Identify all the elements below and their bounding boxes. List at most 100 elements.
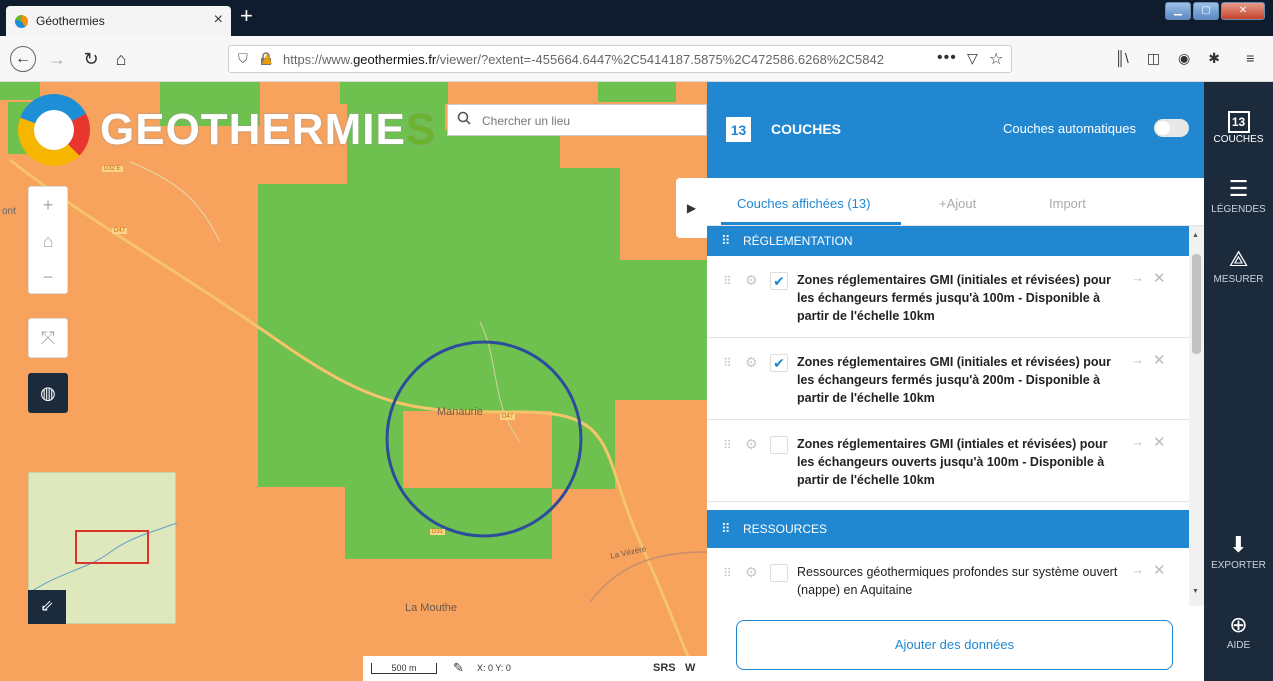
layers-scrollbar[interactable]: ▲ ▼	[1189, 226, 1204, 606]
page-actions-icon[interactable]: •••	[937, 49, 957, 67]
layer-item: ⠿ ⚙ ✔ Zones réglementaires GMI (initiale…	[707, 338, 1189, 420]
toolbar-aide-label: AIDE	[1226, 640, 1251, 651]
window-close-button[interactable]: ✕	[1221, 2, 1265, 20]
place-search-input[interactable]: Chercher un lieu	[447, 104, 707, 136]
toolbar-couches-badge: 13	[1227, 111, 1250, 133]
logo-mark-icon	[18, 94, 90, 166]
layer-visibility-checkbox[interactable]: ✔	[770, 272, 788, 290]
layer-info-arrow-icon[interactable]: →	[1131, 352, 1144, 367]
geothermies-logo[interactable]: GEOTHERMIES	[18, 88, 436, 172]
tab-couches-affichees[interactable]: Couches affichées (13)	[737, 196, 870, 211]
drag-handle-icon[interactable]: ⠿	[723, 274, 732, 288]
basemap-globe-icon[interactable]: ◍	[28, 373, 68, 413]
layers-count-badge: 13	[726, 117, 751, 142]
pencil-icon[interactable]: ✎	[453, 660, 464, 676]
scroll-thumb[interactable]	[1192, 254, 1201, 354]
tab-close-icon[interactable]: ×	[214, 11, 223, 29]
layer-info-arrow-icon[interactable]: →	[1131, 434, 1144, 449]
drag-handle-icon[interactable]: ⠿	[723, 566, 732, 580]
address-bar[interactable]: ⛉ https://www.geothermies.fr/viewer/?ext…	[228, 45, 1012, 73]
map-view[interactable]: GEOTHERMIES Chercher un lieu + ⌂ − ⤧ ◍ ▶…	[0, 82, 707, 681]
back-icon[interactable]: ←	[10, 46, 36, 72]
layer-name: Zones réglementaires GMI (intiales et ré…	[797, 437, 1108, 487]
auto-layers-toggle[interactable]	[1154, 119, 1189, 137]
home-icon[interactable]: ⌂	[108, 46, 134, 72]
auto-layers-label: Couches automatiques	[1003, 121, 1136, 136]
layer-visibility-checkbox[interactable]	[770, 564, 788, 582]
toolbar-couches-label: COUCHES	[1213, 134, 1264, 145]
zoom-out-button[interactable]: −	[29, 259, 67, 295]
sidebar-icon[interactable]: ◫	[1147, 50, 1160, 68]
coordinates-readout: X: 0 Y: 0	[477, 663, 511, 673]
search-icon	[457, 111, 471, 125]
reload-icon[interactable]: ↻	[78, 46, 104, 72]
url-rest: /viewer/?extent=-455664.6447%2C5414187.5…	[436, 52, 884, 67]
new-tab-button[interactable]: +	[240, 3, 253, 29]
srs-button[interactable]: SRS	[653, 662, 676, 674]
toolbar-legendes-button[interactable]: ☰ LÉGENDES	[1204, 174, 1273, 215]
fullscreen-icon[interactable]: ⤧	[28, 318, 68, 358]
collapse-panel-icon[interactable]: ▶	[676, 178, 707, 238]
pocket-icon[interactable]: ▽	[967, 50, 978, 67]
toolbar-exporter-button[interactable]: ⬇ EXPORTER	[1204, 530, 1273, 571]
settings-gear-icon[interactable]: ⚙	[745, 564, 758, 581]
site-favicon-icon	[15, 15, 28, 28]
layer-name: Zones réglementaires GMI (initiales et r…	[797, 273, 1111, 323]
toolbar-couches-button[interactable]: 13 COUCHES	[1204, 104, 1273, 145]
settings-gear-icon[interactable]: ⚙	[745, 354, 758, 371]
road-label-d47-mid: D47	[500, 414, 516, 420]
tab-import[interactable]: Import	[1049, 196, 1086, 211]
layer-info-arrow-icon[interactable]: →	[1131, 562, 1144, 577]
browser-toolbar-icons: ║\ ◫ ◉ ✱ ≡	[1115, 50, 1254, 68]
scroll-up-icon[interactable]: ▲	[1192, 232, 1199, 239]
remove-layer-icon[interactable]: ✕	[1153, 561, 1166, 579]
browser-tab[interactable]: Géothermies ×	[6, 6, 231, 36]
drag-handle-icon[interactable]: ⠿	[723, 438, 732, 452]
logo-text-last: S	[405, 105, 437, 154]
scroll-down-icon[interactable]: ▼	[1192, 588, 1199, 595]
overview-extent-frame	[75, 530, 149, 564]
layer-visibility-checkbox[interactable]: ✔	[770, 354, 788, 372]
section-reglementation[interactable]: ⠿ RÉGLEMENTATION	[707, 226, 1189, 256]
lock-icon[interactable]	[259, 52, 273, 66]
add-data-button[interactable]: Ajouter des données	[736, 620, 1173, 670]
toolbar-mesurer-button[interactable]: ⟁ MESURER	[1204, 244, 1273, 285]
settings-gear-icon[interactable]: ⚙	[745, 436, 758, 453]
search-placeholder: Chercher un lieu	[482, 114, 571, 128]
remove-layer-icon[interactable]: ✕	[1153, 351, 1166, 369]
bookmark-star-icon[interactable]: ☆	[989, 49, 1003, 69]
account-icon[interactable]: ◉	[1178, 50, 1190, 68]
section-label: RESSOURCES	[743, 522, 828, 536]
tab-ajout[interactable]: +Ajout	[939, 196, 976, 211]
toolbar-aide-button[interactable]: ⊕ AIDE	[1204, 610, 1273, 651]
drag-handle-icon[interactable]: ⠿	[721, 510, 731, 548]
maximize-button[interactable]: ▢	[1193, 2, 1219, 20]
tab-title: Géothermies	[36, 14, 105, 28]
layer-item: ⠿ ⚙ Ressources géothermiques profondes s…	[707, 548, 1189, 606]
section-ressources[interactable]: ⠿ RESSOURCES	[707, 510, 1189, 548]
layer-visibility-checkbox[interactable]	[770, 436, 788, 454]
app-root: Géothermies × + ▁ ▢ ✕ ← → ↻ ⌂ ⛉ https://…	[0, 0, 1273, 681]
remove-layer-icon[interactable]: ✕	[1153, 269, 1166, 287]
drag-handle-icon[interactable]: ⠿	[723, 356, 732, 370]
menu-icon[interactable]: ≡	[1246, 50, 1254, 68]
overview-toggle-icon[interactable]: ⇙	[28, 590, 66, 624]
tracking-shield-icon[interactable]: ⛉	[238, 51, 248, 67]
extension-icon[interactable]: ✱	[1208, 50, 1228, 68]
download-icon: ⬇	[1229, 532, 1248, 557]
place-label-manaurie: Manaurie	[437, 406, 483, 418]
toolbar-legendes-label: LÉGENDES	[1211, 204, 1266, 215]
map-status-bar: 500 m ✎ X: 0 Y: 0 SRS W	[363, 656, 707, 681]
logo-text: GEOTHERMIES	[100, 105, 436, 155]
orange-enclave	[403, 411, 552, 488]
remove-layer-icon[interactable]: ✕	[1153, 433, 1166, 451]
settings-gear-icon[interactable]: ⚙	[745, 272, 758, 289]
layers-panel-title: COUCHES	[771, 121, 842, 137]
layer-info-arrow-icon[interactable]: →	[1131, 270, 1144, 285]
forward-icon[interactable]: →	[44, 46, 70, 72]
drag-handle-icon[interactable]: ⠿	[721, 226, 731, 256]
library-icon[interactable]: ║\	[1115, 50, 1129, 68]
minimize-button[interactable]: ▁	[1165, 2, 1191, 20]
zoom-in-button[interactable]: +	[29, 187, 67, 223]
home-view-icon[interactable]: ⌂	[29, 223, 67, 259]
